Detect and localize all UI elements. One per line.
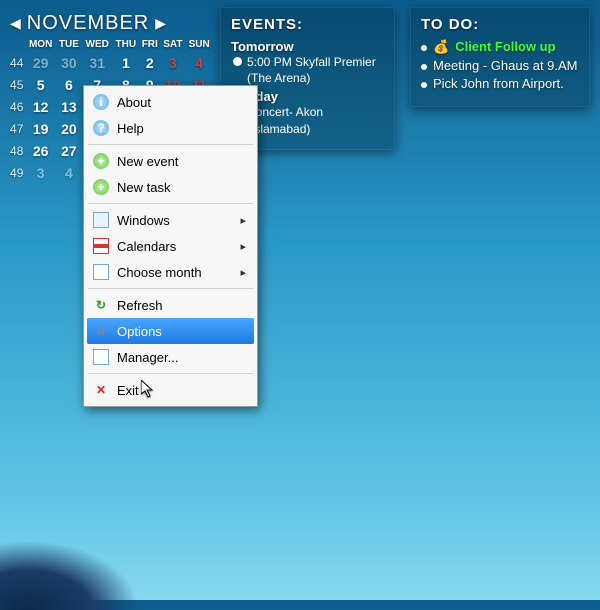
- calendar-day[interactable]: 13: [56, 96, 82, 118]
- menu-label: Refresh: [117, 298, 163, 313]
- weekday-label: SAT: [160, 37, 185, 52]
- menu-label: Choose month: [117, 265, 202, 280]
- menu-label: New event: [117, 154, 178, 169]
- weekday-label: FRI: [139, 37, 160, 52]
- refresh-icon: ↻: [93, 297, 109, 313]
- calendar-icon: [93, 238, 109, 254]
- calendar-day[interactable]: 4: [56, 162, 82, 184]
- bullet-icon: [233, 57, 242, 66]
- menu-new-event[interactable]: + New event: [87, 148, 254, 174]
- prev-month-icon[interactable]: ◀: [10, 15, 21, 32]
- menu-separator: [88, 144, 253, 145]
- calendar-day[interactable]: 29: [25, 52, 55, 74]
- calendar-day[interactable]: 12: [25, 96, 55, 118]
- calendar-day[interactable]: 6: [56, 74, 82, 96]
- menu-label: Manager...: [117, 350, 178, 365]
- info-icon: i: [93, 94, 109, 110]
- close-icon: ✕: [93, 382, 109, 398]
- menu-label: Exit: [117, 383, 139, 398]
- weekday-label: MON: [25, 37, 55, 52]
- plus-icon: +: [93, 179, 109, 195]
- week-number: 48: [8, 140, 25, 162]
- manager-icon: [93, 349, 109, 365]
- windows-icon: [93, 212, 109, 228]
- todo-item[interactable]: Pick John from Airport.: [421, 76, 579, 91]
- calendar-day[interactable]: 19: [25, 118, 55, 140]
- calendar-day[interactable]: 5: [25, 74, 55, 96]
- week-number: 44: [8, 52, 25, 74]
- menu-calendars[interactable]: Calendars: [87, 233, 254, 259]
- calendar-day[interactable]: 3: [160, 52, 185, 74]
- todo-item[interactable]: Meeting - Ghaus at 9.AM: [421, 58, 579, 73]
- menu-manager[interactable]: Manager...: [87, 344, 254, 370]
- gear-icon: ⚙: [93, 323, 109, 339]
- menu-label: Calendars: [117, 239, 176, 254]
- menu-windows[interactable]: Windows: [87, 207, 254, 233]
- bullet-icon: [421, 82, 427, 88]
- context-menu: i About ? Help + New event + New task Window…: [83, 85, 258, 407]
- week-number: 46: [8, 96, 25, 118]
- events-title: EVENTS:: [231, 16, 384, 33]
- weekday-label: TUE: [56, 37, 82, 52]
- calendar-day[interactable]: 20: [56, 118, 82, 140]
- week-number: 49: [8, 162, 25, 184]
- month-label: NOVEMBER: [27, 12, 149, 35]
- todo-item[interactable]: 💰 Client Follow up: [421, 39, 579, 55]
- menu-label: About: [117, 95, 151, 110]
- weekday-label: THU: [112, 37, 139, 52]
- calendar-day[interactable]: 26: [25, 140, 55, 162]
- event-text: 5:00 PM Skyfall Premier (The Arena): [247, 54, 384, 86]
- menu-label: Help: [117, 121, 144, 136]
- menu-choose-month[interactable]: Choose month: [87, 259, 254, 285]
- calendar-day[interactable]: 3: [25, 162, 55, 184]
- calendar-day[interactable]: 1: [112, 52, 139, 74]
- weekday-label: SUN: [185, 37, 213, 52]
- todo-title: TO DO:: [421, 16, 579, 33]
- money-bag-icon: 💰: [433, 39, 449, 55]
- todo-text: Meeting - Ghaus at 9.AM: [433, 58, 578, 73]
- month-icon: [93, 264, 109, 280]
- todo-text: Pick John from Airport.: [433, 76, 564, 91]
- menu-separator: [88, 288, 253, 289]
- week-number: 45: [8, 74, 25, 96]
- help-icon: ?: [93, 120, 109, 136]
- plus-icon: +: [93, 153, 109, 169]
- calendar-day[interactable]: 30: [56, 52, 82, 74]
- event-item[interactable]: 5:00 PM Skyfall Premier (The Arena): [233, 54, 384, 86]
- bullet-icon: [421, 45, 427, 51]
- menu-refresh[interactable]: ↻ Refresh: [87, 292, 254, 318]
- event-text: Concert- Akon (Islamabad): [247, 104, 384, 136]
- event-day-label: Tomorrow: [231, 39, 384, 54]
- week-number: 47: [8, 118, 25, 140]
- menu-label: New task: [117, 180, 170, 195]
- menu-new-task[interactable]: + New task: [87, 174, 254, 200]
- menu-separator: [88, 373, 253, 374]
- next-month-icon[interactable]: ▶: [155, 15, 166, 32]
- menu-about[interactable]: i About: [87, 89, 254, 115]
- todo-panel: TO DO: 💰 Client Follow up Meeting - Ghaus …: [410, 7, 590, 107]
- menu-exit[interactable]: ✕ Exit: [87, 377, 254, 403]
- menu-separator: [88, 203, 253, 204]
- menu-help[interactable]: ? Help: [87, 115, 254, 141]
- todo-text: Client Follow up: [455, 39, 555, 54]
- calendar-day[interactable]: 2: [139, 52, 160, 74]
- calendar-day[interactable]: 31: [82, 52, 112, 74]
- weekday-label: WED: [82, 37, 112, 52]
- calendar-day[interactable]: 27: [56, 140, 82, 162]
- menu-label: Windows: [117, 213, 170, 228]
- calendar-day[interactable]: 4: [185, 52, 213, 74]
- bullet-icon: [421, 64, 427, 70]
- menu-options[interactable]: ⚙ Options: [87, 318, 254, 344]
- menu-label: Options: [117, 324, 162, 339]
- calendar-header: ◀ NOVEMBER ▶: [8, 8, 213, 37]
